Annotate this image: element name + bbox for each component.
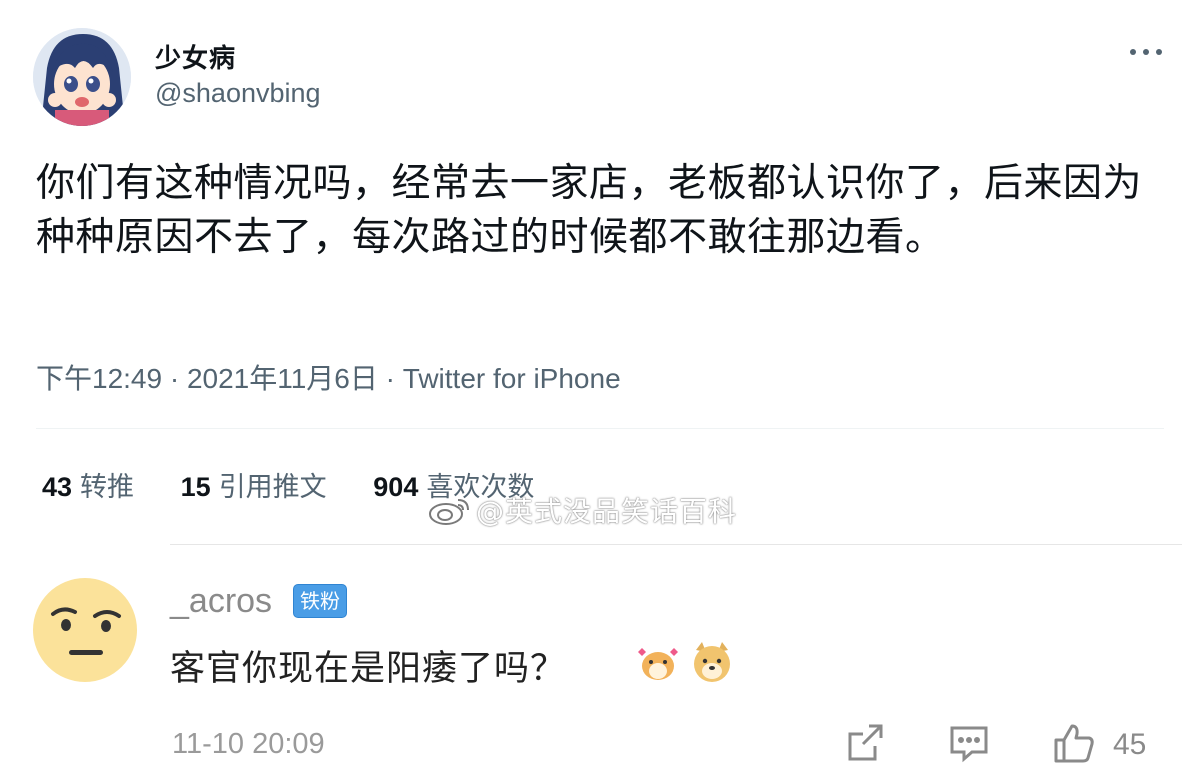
stat-label: 转推 bbox=[80, 472, 135, 503]
anime-avatar-icon bbox=[33, 28, 131, 126]
tweet-card: 少女病 @shaonvbing 你们有这种情况吗，经常去一家店，老板都认识你了，… bbox=[0, 0, 1182, 535]
stat-count: 904 bbox=[373, 472, 419, 502]
comment-text: 客官你现在是阳痿了吗？ bbox=[170, 649, 567, 689]
like-count: 45 bbox=[1113, 728, 1147, 761]
watermark: @英式没品笑话百科 bbox=[428, 490, 737, 533]
share-icon[interactable] bbox=[845, 722, 887, 764]
user-handle[interactable]: @shaonvbing bbox=[155, 78, 321, 109]
comment-time: 11-10 20:09 bbox=[172, 728, 325, 760]
thumbs-up-icon[interactable] bbox=[1053, 722, 1095, 764]
stat-quotes[interactable]: 15 引用推文 bbox=[181, 465, 327, 504]
comment-icon[interactable] bbox=[948, 722, 990, 764]
watermark-text: @英式没品笑话百科 bbox=[476, 495, 738, 528]
user-avatar[interactable] bbox=[33, 28, 131, 126]
commenter-username[interactable]: _acros bbox=[170, 582, 272, 621]
tweet-meta[interactable]: 下午12:49 · 2021年11月6日 · Twitter for iPhon… bbox=[36, 357, 621, 397]
divider bbox=[36, 428, 1164, 429]
stat-count: 15 bbox=[180, 472, 211, 502]
more-dots-icon[interactable] bbox=[1128, 44, 1164, 60]
stat-label: 引用推文 bbox=[218, 472, 327, 503]
display-name[interactable]: 少女病 bbox=[155, 38, 236, 75]
commenter-avatar[interactable] bbox=[33, 578, 138, 683]
tweet-text: 你们有这种情况吗，经常去一家店，老板都认识你了，后来因为种种原因不去了，每次路过… bbox=[36, 161, 1143, 260]
weibo-logo-icon bbox=[428, 494, 472, 533]
unamused-face-icon bbox=[33, 578, 137, 682]
stat-retweets[interactable]: 43 转推 bbox=[42, 465, 134, 504]
divider bbox=[170, 544, 1182, 545]
hamster-emoji-icon bbox=[636, 640, 680, 684]
stat-count: 43 bbox=[42, 472, 73, 502]
doge-emoji-icon bbox=[690, 640, 734, 684]
fan-badge: 铁粉 bbox=[293, 584, 347, 618]
